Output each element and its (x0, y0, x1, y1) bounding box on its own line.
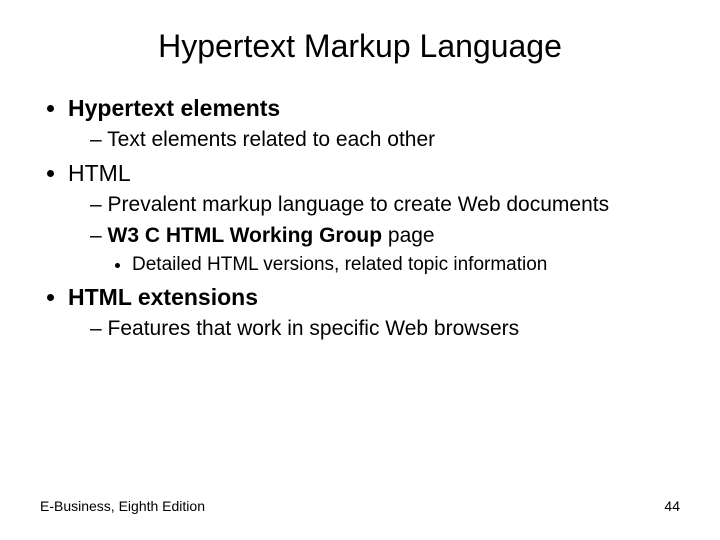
slide-title: Hypertext Markup Language (40, 28, 680, 65)
page-number: 44 (664, 498, 680, 514)
sub-sub-list: Detailed HTML versions, related topic in… (90, 252, 680, 278)
bullet-text: HTML (68, 160, 131, 186)
bullet-text: HTML extensions (68, 284, 258, 310)
sub-bullet-working-group: W3 C HTML Working Group page Detailed HT… (90, 222, 680, 278)
bullet-html: HTML Prevalent markup language to create… (68, 158, 680, 277)
bullet-html-extensions: HTML extensions Features that work in sp… (68, 282, 680, 343)
sub-list: Text elements related to each other (68, 126, 680, 154)
bullet-text: Detailed HTML versions, related topic in… (132, 254, 547, 275)
sub-sub-bullet: Detailed HTML versions, related topic in… (132, 252, 680, 278)
bullet-list: Hypertext elements Text elements related… (40, 93, 680, 343)
slide: Hypertext Markup Language Hypertext elem… (0, 0, 720, 540)
bullet-text: Hypertext elements (68, 95, 280, 121)
bullet-hypertext-elements: Hypertext elements Text elements related… (68, 93, 680, 154)
bullet-text: Features that work in specific Web brows… (108, 317, 520, 340)
sub-bullet: Prevalent markup language to create Web … (90, 191, 680, 219)
sub-bullet: Text elements related to each other (90, 126, 680, 154)
bullet-text: Text elements related to each other (107, 128, 435, 151)
footer-left: E-Business, Eighth Edition (40, 498, 205, 514)
bullet-text: Prevalent markup language to create Web … (108, 193, 610, 216)
bullet-text: page (382, 224, 435, 247)
sub-list: Features that work in specific Web brows… (68, 315, 680, 343)
slide-footer: E-Business, Eighth Edition 44 (40, 498, 680, 514)
sub-list: Prevalent markup language to create Web … (68, 191, 680, 277)
bullet-text-bold: W3 C HTML Working Group (108, 224, 383, 247)
sub-bullet: Features that work in specific Web brows… (90, 315, 680, 343)
